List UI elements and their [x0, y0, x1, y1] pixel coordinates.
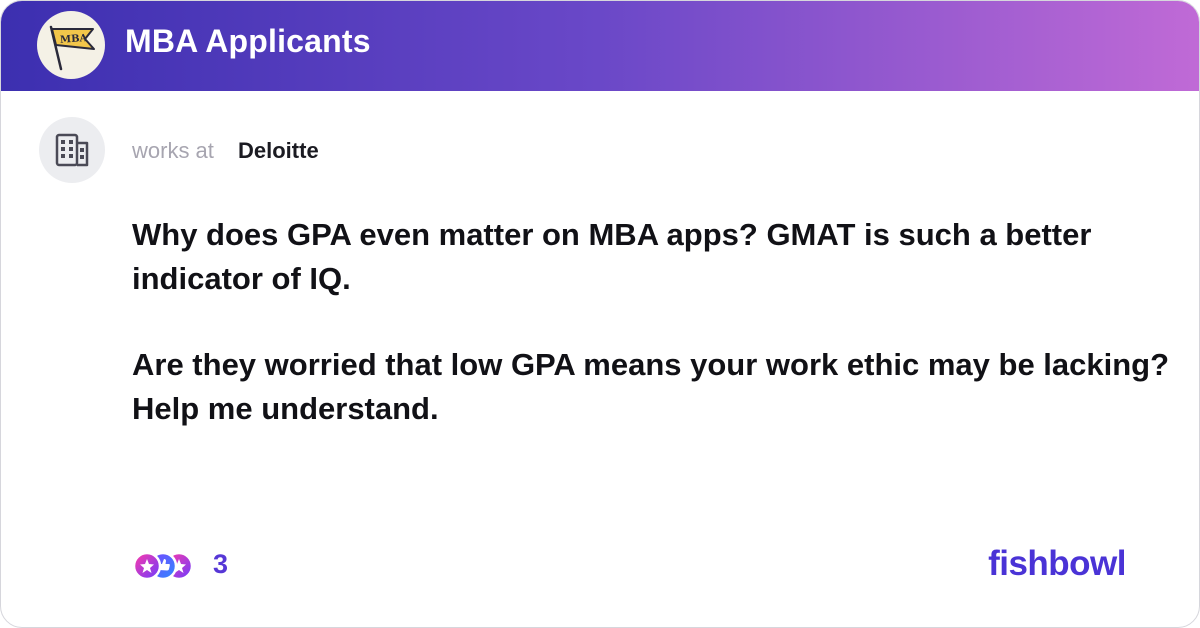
- reaction-icons: [132, 551, 194, 581]
- works-at-label: works at: [132, 138, 214, 163]
- star-reaction-icon: [132, 551, 162, 581]
- bowl-logo[interactable]: MBA: [37, 11, 105, 79]
- bowl-header: MBA MBA Applicants: [1, 1, 1199, 91]
- building-icon: [55, 133, 89, 167]
- bowl-title[interactable]: MBA Applicants: [125, 23, 371, 60]
- post-paragraph: Why does GPA even matter on MBA apps? GM…: [132, 217, 1092, 296]
- post-paragraph: Are they worried that low GPA means your…: [132, 347, 1170, 426]
- logo-text: MBA: [60, 33, 88, 46]
- reaction-count[interactable]: 3: [213, 549, 228, 580]
- pennant-flag-icon: MBA: [49, 25, 95, 71]
- company-avatar[interactable]: [39, 117, 105, 183]
- reactions-summary[interactable]: [131, 549, 201, 583]
- post-body: Why does GPA even matter on MBA apps? GM…: [132, 213, 1172, 431]
- fishbowl-logo[interactable]: fishbowl: [988, 544, 1126, 584]
- company-name[interactable]: Deloitte: [238, 138, 319, 164]
- post-card[interactable]: MBA MBA Applicants works at Deloitte Why…: [0, 0, 1200, 628]
